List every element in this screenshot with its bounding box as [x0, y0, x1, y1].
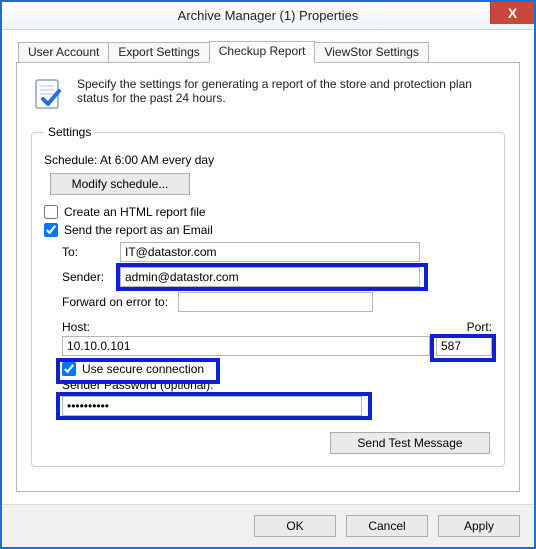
create-html-label: Create an HTML report file [64, 205, 206, 219]
to-row: To: [62, 242, 492, 262]
password-input[interactable] [62, 396, 362, 416]
intro-row: Specify the settings for generating a re… [31, 77, 505, 113]
apply-button[interactable]: Apply [438, 515, 520, 537]
host-label: Host: [62, 320, 430, 334]
dialog-content: User Account Export Settings Checkup Rep… [2, 30, 534, 504]
tab-user-account[interactable]: User Account [18, 42, 109, 62]
password-label: Sender Password (optional): [62, 378, 492, 392]
create-html-checkbox[interactable] [44, 205, 58, 219]
dialog-button-row: OK Cancel Apply [2, 504, 534, 547]
secure-row: Use secure connection [62, 362, 492, 376]
tab-export-settings[interactable]: Export Settings [108, 42, 209, 62]
cancel-button[interactable]: Cancel [346, 515, 428, 537]
secure-checkbox[interactable] [62, 362, 76, 376]
forward-input[interactable] [178, 292, 373, 312]
settings-group: Settings Schedule: At 6:00 AM every day … [31, 125, 505, 467]
tab-viewstor-settings[interactable]: ViewStor Settings [314, 42, 429, 62]
forward-row: Forward on error to: [62, 292, 492, 312]
sender-input[interactable] [120, 267, 420, 287]
send-email-label: Send the report as an Email [64, 223, 213, 237]
close-button[interactable]: X [490, 2, 534, 24]
dialog-window: Archive Manager (1) Properties X User Ac… [0, 0, 536, 549]
password-row [62, 396, 492, 416]
window-title: Archive Manager (1) Properties [2, 8, 534, 23]
schedule-text: Schedule: At 6:00 AM every day [44, 153, 492, 167]
send-test-button[interactable]: Send Test Message [330, 432, 490, 454]
port-input[interactable] [436, 336, 492, 356]
intro-text: Specify the settings for generating a re… [77, 77, 505, 105]
tab-checkup-report[interactable]: Checkup Report [209, 41, 316, 63]
host-port-row: Host: Port: [62, 320, 492, 356]
sender-row: Sender: [62, 267, 492, 287]
to-label: To: [62, 245, 114, 259]
settings-legend: Settings [44, 125, 95, 139]
sender-label: Sender: [62, 270, 114, 284]
modify-schedule-button[interactable]: Modify schedule... [50, 173, 190, 195]
tab-panel-checkup-report: Specify the settings for generating a re… [16, 62, 520, 492]
port-label: Port: [436, 320, 492, 334]
forward-label: Forward on error to: [62, 295, 168, 309]
email-settings-block: To: Sender: Forward on error to: [44, 242, 492, 416]
tab-bar: User Account Export Settings Checkup Rep… [18, 40, 520, 62]
report-icon [31, 77, 67, 113]
send-email-checkbox-row[interactable]: Send the report as an Email [44, 223, 492, 237]
send-email-checkbox[interactable] [44, 223, 58, 237]
port-group: Port: [436, 320, 492, 356]
create-html-checkbox-row[interactable]: Create an HTML report file [44, 205, 492, 219]
secure-checkbox-row[interactable]: Use secure connection [62, 362, 492, 376]
close-icon: X [508, 5, 517, 21]
to-input[interactable] [120, 242, 420, 262]
host-input[interactable] [62, 336, 430, 356]
ok-button[interactable]: OK [254, 515, 336, 537]
host-group: Host: [62, 320, 430, 356]
secure-label: Use secure connection [82, 362, 204, 376]
titlebar: Archive Manager (1) Properties X [2, 2, 534, 30]
